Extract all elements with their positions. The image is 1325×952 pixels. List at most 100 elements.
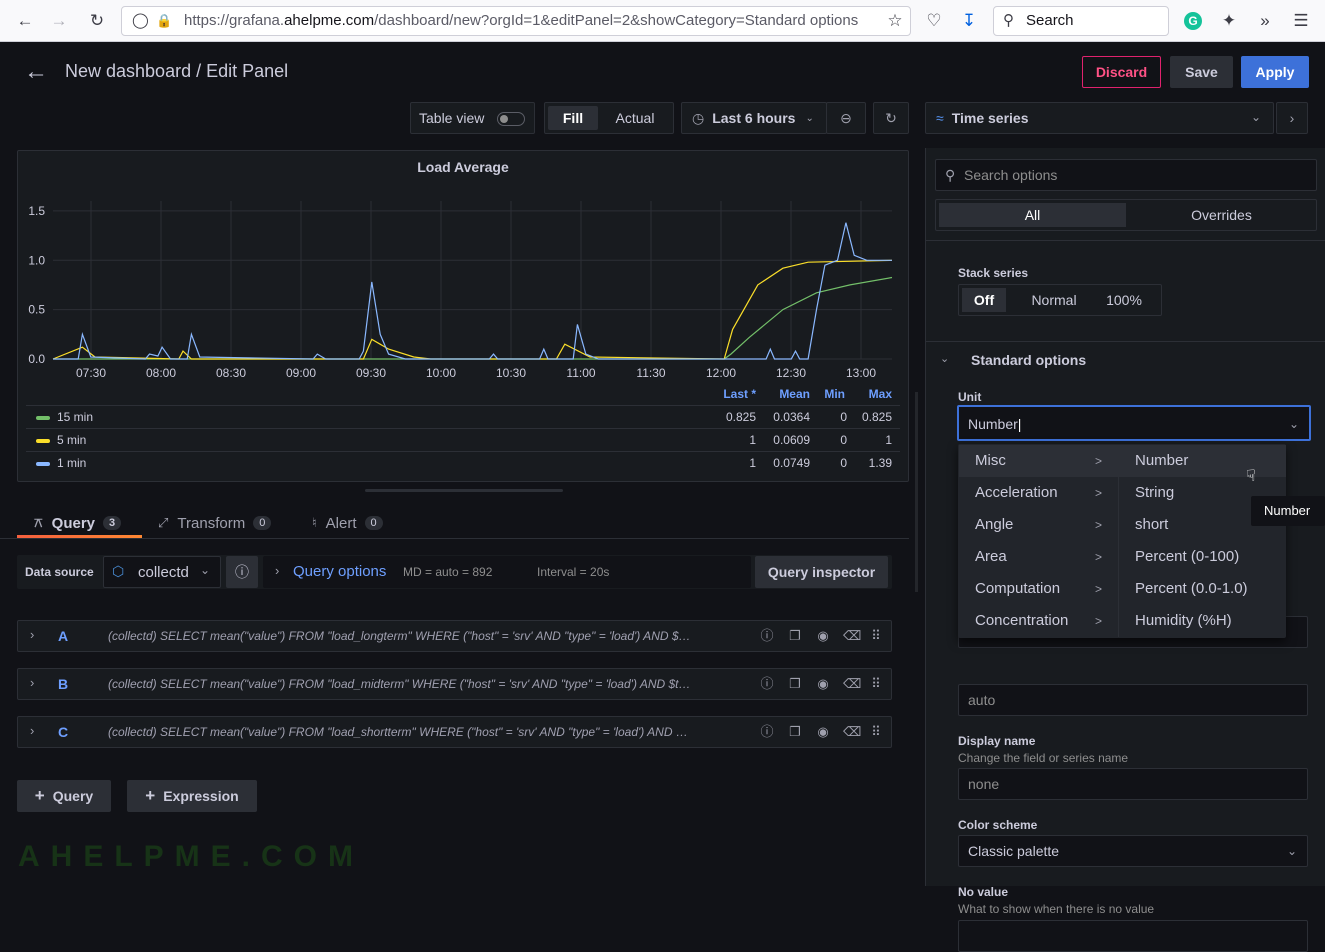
unit-option-item[interactable]: Number bbox=[1119, 445, 1286, 477]
query-letter[interactable]: B bbox=[58, 676, 68, 692]
eye-icon[interactable]: ◉ bbox=[815, 676, 831, 692]
unit-select[interactable]: Number| ⌄ bbox=[957, 405, 1311, 441]
unit-category-item[interactable]: Acceleration > bbox=[959, 477, 1118, 509]
grammarly-icon[interactable]: G bbox=[1180, 8, 1206, 34]
reload-icon[interactable]: ↻ bbox=[84, 8, 110, 34]
x-tick-label: 11:00 bbox=[566, 366, 595, 380]
query-row[interactable]: › B (collectd) SELECT mean("value") FROM "… bbox=[17, 668, 892, 700]
legend-row[interactable]: 5 min 1 0.0609 0 1 bbox=[26, 428, 900, 450]
toggle-switch[interactable] bbox=[497, 112, 525, 126]
legend-row[interactable]: 1 min 1 0.0749 0 1.39 bbox=[26, 451, 900, 473]
tab-alert[interactable]: ♮ Alert 0 bbox=[312, 508, 383, 538]
unit-category-item[interactable]: Computation > bbox=[959, 573, 1118, 605]
data-source-picker[interactable]: ⬡ collectd ⌄ bbox=[103, 556, 221, 588]
help-icon[interactable]: ⓘ bbox=[759, 676, 775, 692]
legend-col-min[interactable]: Min bbox=[824, 387, 845, 401]
x-tick-label: 07:30 bbox=[76, 366, 106, 380]
legend-col-last[interactable]: Last * bbox=[723, 387, 756, 401]
trash-icon[interactable]: ⌫ bbox=[843, 724, 861, 740]
legend-col-max[interactable]: Max bbox=[869, 387, 892, 401]
help-icon[interactable]: ⓘ bbox=[226, 556, 258, 588]
unit-category-item[interactable]: Concentration > bbox=[959, 605, 1118, 637]
options-search-input[interactable]: ⚲ Search options bbox=[935, 159, 1317, 191]
discard-button[interactable]: Discard bbox=[1082, 56, 1161, 88]
unit-option-item[interactable]: Percent (0.0-1.0) bbox=[1119, 573, 1286, 605]
address-bar[interactable]: ◯ 🔒 https://grafana.ahelpme.com/dashboar… bbox=[121, 6, 911, 36]
table-view-toggle[interactable]: Table view bbox=[410, 102, 535, 134]
clock-icon: ◷ bbox=[692, 109, 705, 126]
unit-option-item[interactable]: Humidity (%H) bbox=[1119, 605, 1286, 637]
stack-100-option[interactable]: 100% bbox=[1099, 288, 1149, 312]
save-button[interactable]: Save bbox=[1170, 56, 1233, 88]
help-icon[interactable]: ⓘ bbox=[759, 628, 775, 644]
query-letter[interactable]: C bbox=[58, 724, 68, 740]
fill-button[interactable]: Fill bbox=[548, 106, 598, 130]
extension-icon[interactable]: ✦ bbox=[1216, 8, 1242, 34]
zoom-out-icon[interactable]: ⊖ bbox=[826, 102, 866, 134]
add-query-button[interactable]: + Query bbox=[17, 780, 111, 812]
chevron-right-icon[interactable]: › bbox=[1276, 102, 1308, 134]
unit-category-item[interactable]: Misc > bbox=[959, 445, 1118, 477]
no-value-input[interactable] bbox=[958, 920, 1308, 952]
help-icon[interactable]: ⓘ bbox=[759, 724, 775, 740]
unit-category-label: Area bbox=[975, 548, 1007, 565]
visualization-picker[interactable]: ≈ Time series ⌄ bbox=[925, 102, 1274, 134]
refresh-icon[interactable]: ↻ bbox=[873, 102, 909, 134]
overflow-chevrons-icon[interactable]: » bbox=[1252, 8, 1278, 34]
series-mean: 0.0609 bbox=[773, 433, 810, 447]
tab-transform[interactable]: ⤢ Transform 0 bbox=[158, 508, 272, 538]
bookmark-star-icon[interactable]: ☆ bbox=[882, 8, 908, 34]
query-row[interactable]: › C (collectd) SELECT mean("value") FROM "… bbox=[17, 716, 892, 748]
collapse-chevron-icon[interactable]: ⌄ bbox=[940, 352, 949, 365]
legend-row[interactable]: 15 min 0.825 0.0364 0 0.825 bbox=[26, 405, 900, 427]
stack-off-option[interactable]: Off bbox=[962, 288, 1006, 312]
back-icon[interactable]: ← bbox=[12, 8, 38, 34]
tab-overrides[interactable]: Overrides bbox=[1128, 203, 1315, 227]
transform-icon: ⤢ bbox=[158, 515, 169, 530]
download-icon[interactable]: ↧ bbox=[956, 8, 982, 34]
duplicate-icon[interactable]: ❐ bbox=[787, 676, 803, 692]
legend-col-mean[interactable]: Mean bbox=[779, 387, 810, 401]
drag-handle-icon[interactable]: ⠿ bbox=[868, 676, 884, 692]
color-scheme-select[interactable]: Classic palette ⌄ bbox=[958, 835, 1308, 867]
chevron-right-icon[interactable]: › bbox=[30, 723, 34, 738]
tab-all[interactable]: All bbox=[939, 203, 1126, 227]
unit-category-item[interactable]: Area > bbox=[959, 541, 1118, 573]
query-letter[interactable]: A bbox=[58, 628, 68, 644]
time-picker[interactable]: ◷ Last 6 hours ⌄ bbox=[681, 102, 827, 134]
legend-header: Last * Mean Min Max bbox=[18, 387, 908, 405]
standard-options-header[interactable]: Standard options bbox=[971, 352, 1086, 368]
table-view-label: Table view bbox=[419, 110, 485, 126]
chevron-right-icon[interactable]: › bbox=[30, 675, 34, 690]
lock-icon: 🔒 bbox=[156, 13, 173, 28]
tab-query[interactable]: ⚻ Query 3 bbox=[34, 508, 122, 538]
actual-button[interactable]: Actual bbox=[607, 106, 663, 130]
tab-query-count: 3 bbox=[103, 516, 122, 530]
query-row[interactable]: › A (collectd) SELECT mean("value") FROM "… bbox=[17, 620, 892, 652]
drag-handle-icon[interactable]: ⠿ bbox=[868, 628, 884, 644]
eye-icon[interactable]: ◉ bbox=[815, 724, 831, 740]
trash-icon[interactable]: ⌫ bbox=[843, 676, 861, 692]
trash-icon[interactable]: ⌫ bbox=[843, 628, 861, 644]
back-arrow-icon[interactable]: ← bbox=[24, 58, 48, 86]
stack-normal-option[interactable]: Normal bbox=[1019, 288, 1089, 312]
pocket-icon[interactable]: ♡ bbox=[921, 8, 947, 34]
duplicate-icon[interactable]: ❐ bbox=[787, 628, 803, 644]
browser-search-input[interactable]: ⚲ Search bbox=[993, 6, 1169, 36]
duplicate-icon[interactable]: ❐ bbox=[787, 724, 803, 740]
forward-icon[interactable]: → bbox=[46, 8, 72, 34]
scrollbar[interactable] bbox=[915, 392, 918, 592]
chevron-right-icon[interactable]: › bbox=[30, 627, 34, 642]
add-expression-button[interactable]: + Expression bbox=[127, 780, 257, 812]
hamburger-menu-icon[interactable]: ☰ bbox=[1288, 8, 1314, 34]
decimals-input[interactable]: auto bbox=[958, 684, 1308, 716]
apply-button[interactable]: Apply bbox=[1241, 56, 1309, 88]
unit-category-item[interactable]: Angle > bbox=[959, 509, 1118, 541]
display-name-input[interactable]: none bbox=[958, 768, 1308, 800]
drag-handle-icon[interactable]: ⠿ bbox=[868, 724, 884, 740]
query-options-toggle[interactable]: › Query options MD = auto = 892 Interval… bbox=[263, 556, 751, 588]
query-inspector-button[interactable]: Query inspector bbox=[755, 556, 888, 588]
unit-option-item[interactable]: Percent (0-100) bbox=[1119, 541, 1286, 573]
splitter-handle[interactable] bbox=[365, 489, 563, 492]
eye-icon[interactable]: ◉ bbox=[815, 628, 831, 644]
